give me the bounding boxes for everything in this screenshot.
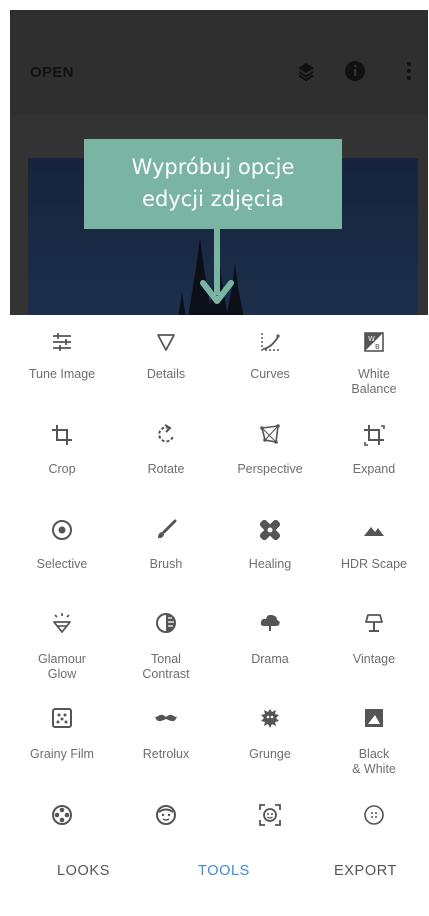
open-button[interactable]: OPEN — [30, 64, 74, 81]
layers-stack-icon[interactable] — [295, 60, 317, 82]
bottom-nav: LOOKS TOOLS EXPORT — [10, 832, 428, 916]
bandage-icon — [259, 519, 281, 541]
lamp-icon — [365, 614, 383, 632]
more-menu-icon[interactable] — [398, 60, 420, 82]
tool-label: Grainy Film — [30, 747, 94, 761]
tool-label: Rotate — [147, 462, 185, 476]
target-icon — [52, 520, 72, 540]
crop-icon — [52, 425, 72, 445]
top-bar: OPEN — [10, 10, 428, 115]
tool-label: Details — [146, 367, 186, 381]
tool-label: Black & White — [352, 747, 396, 776]
film-reel-icon — [52, 805, 72, 825]
info-icon[interactable] — [344, 60, 366, 82]
tool-label: White Balance — [351, 367, 397, 396]
tooltip-line-1: Wypróbuj opcje — [131, 155, 295, 179]
tooltip-line-2: edycji zdjęcia — [142, 187, 284, 211]
glow-icon — [53, 613, 71, 633]
rotate-icon — [158, 424, 174, 443]
tool-label: Brush — [149, 557, 183, 571]
white-balance-icon: W B — [364, 332, 384, 352]
tool-label: Tune Image — [28, 367, 96, 381]
expand-icon — [364, 425, 385, 446]
tool-label: Vintage — [352, 652, 396, 666]
tool-label: Drama — [251, 652, 289, 666]
nav-tools[interactable]: TOOLS — [198, 863, 250, 879]
tool-label: Healing — [248, 557, 292, 571]
mustache-icon — [155, 714, 177, 722]
curves-icon — [261, 333, 280, 351]
cloud-icon — [260, 614, 280, 631]
tool-label: Curves — [250, 367, 290, 381]
svg-text:W: W — [368, 335, 375, 343]
onboarding-tooltip: Wypróbuj opcje edycji zdjęcia — [84, 139, 342, 229]
tool-label: Crop — [48, 462, 76, 476]
perspective-icon — [260, 424, 280, 444]
face-icon — [156, 805, 176, 825]
film-grain-icon — [52, 708, 72, 728]
tool-label: Retrolux — [142, 747, 190, 761]
arrow-down-icon — [200, 280, 234, 304]
tool-label: Selective — [36, 557, 88, 571]
tool-label: Grunge — [249, 747, 291, 761]
dots-circle-icon — [364, 805, 384, 825]
nav-export[interactable]: EXPORT — [334, 863, 397, 879]
mountain-icon — [364, 527, 384, 536]
black-white-icon — [365, 709, 383, 727]
brush-icon — [158, 519, 177, 539]
grunge-icon — [261, 709, 279, 728]
tool-label: HDR Scape — [341, 557, 407, 571]
tool-label: Expand — [352, 462, 396, 476]
contrast-icon — [156, 613, 176, 633]
tool-label: Tonal Contrast — [142, 652, 190, 681]
tool-label: Glamour Glow — [38, 652, 86, 681]
face-frame-icon — [259, 804, 281, 826]
tune-icon — [53, 333, 71, 351]
triangle-icon — [157, 334, 175, 351]
nav-looks[interactable]: LOOKS — [57, 863, 110, 879]
tool-label: Perspective — [237, 462, 303, 476]
svg-text:B: B — [375, 343, 380, 351]
